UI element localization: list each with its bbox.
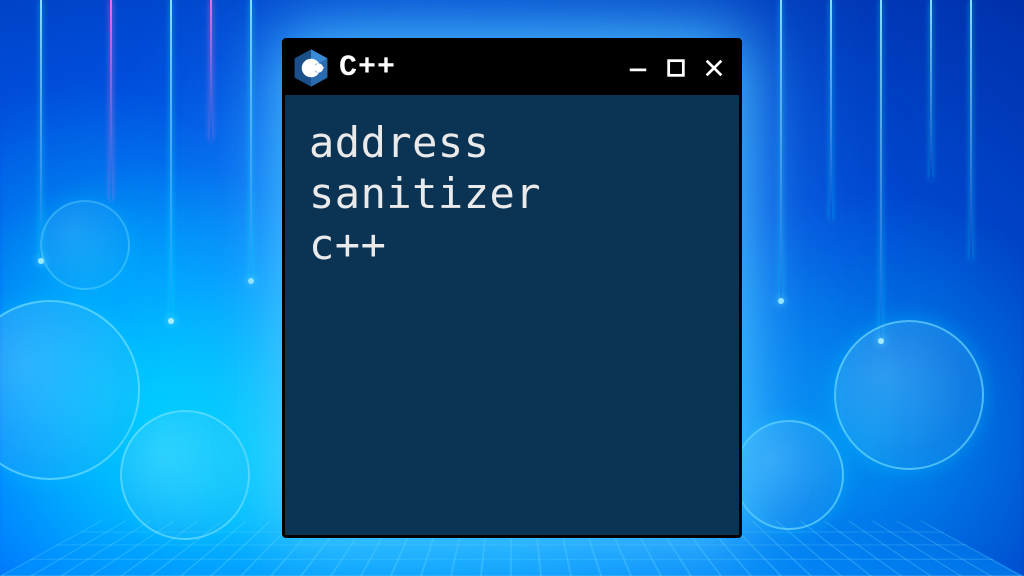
terminal-window-glow: C++ address sanitizer c++ <box>282 38 742 538</box>
window-title: C++ <box>339 51 615 85</box>
terminal-text: address sanitizer c++ <box>309 117 715 271</box>
close-button[interactable] <box>701 53 727 83</box>
titlebar[interactable]: C++ <box>285 41 739 95</box>
terminal-content: address sanitizer c++ <box>285 95 739 535</box>
terminal-window: C++ address sanitizer c++ <box>282 38 742 538</box>
cpp-logo-icon <box>293 48 329 88</box>
maximize-button[interactable] <box>663 53 689 83</box>
window-controls <box>625 53 727 83</box>
minimize-button[interactable] <box>625 53 651 83</box>
